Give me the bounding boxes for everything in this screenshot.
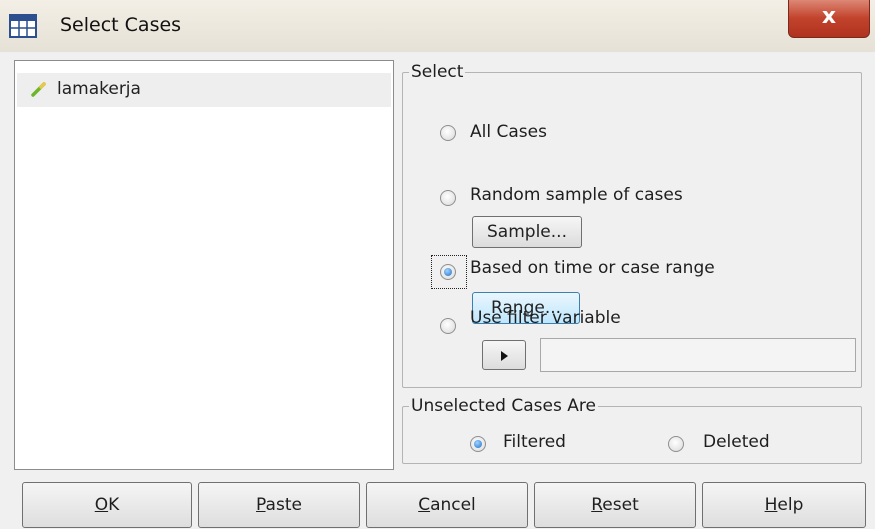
move-right-arrow-icon[interactable] xyxy=(482,340,526,370)
list-item[interactable]: lamakerja xyxy=(17,73,391,107)
filter-variable-field[interactable] xyxy=(540,338,856,372)
reset-button[interactable]: Reset xyxy=(534,482,696,528)
deleted-label[interactable]: Deleted xyxy=(703,432,770,452)
ok-mnemonic: O xyxy=(94,495,109,515)
all-cases-radio[interactable] xyxy=(440,125,456,141)
close-button[interactable]: x xyxy=(788,0,870,38)
filter-variable-radio[interactable] xyxy=(440,318,456,334)
filter-variable-label[interactable]: Use filter variable xyxy=(470,308,621,328)
variable-label: lamakerja xyxy=(57,79,141,99)
cancel-label-rest: ancel xyxy=(430,495,476,515)
unselected-legend: Unselected Cases Are xyxy=(409,395,598,417)
paste-mnemonic: P xyxy=(256,495,266,515)
all-cases-label[interactable]: All Cases xyxy=(470,122,547,142)
help-button[interactable]: Help xyxy=(702,482,866,528)
scale-variable-icon xyxy=(31,82,46,97)
random-sample-label[interactable]: Random sample of cases xyxy=(470,185,683,205)
paste-button[interactable]: Paste xyxy=(198,482,360,528)
ok-label-rest: K xyxy=(108,495,120,515)
help-label-rest: elp xyxy=(777,495,804,515)
cancel-mnemonic: C xyxy=(418,495,431,515)
title-bar: Select Cases x xyxy=(0,0,875,52)
paste-label-rest: aste xyxy=(265,495,302,515)
deleted-radio[interactable] xyxy=(668,436,684,452)
ok-button[interactable]: OK xyxy=(22,482,192,528)
variable-list[interactable]: lamakerja xyxy=(14,60,394,470)
random-sample-radio[interactable] xyxy=(440,190,456,206)
time-range-radio[interactable] xyxy=(440,264,456,280)
sample-button[interactable]: Sample... xyxy=(472,216,582,248)
unselected-groupbox: Unselected Cases Are xyxy=(402,395,862,464)
close-icon: x xyxy=(821,4,837,29)
help-mnemonic: H xyxy=(764,495,778,515)
time-range-label[interactable]: Based on time or case range xyxy=(470,258,715,278)
filtered-label[interactable]: Filtered xyxy=(503,432,566,452)
cancel-button[interactable]: Cancel xyxy=(366,482,528,528)
reset-label-rest: eset xyxy=(602,495,639,515)
filtered-radio[interactable] xyxy=(470,436,486,452)
select-legend: Select xyxy=(409,61,466,83)
reset-mnemonic: R xyxy=(591,495,603,515)
spss-dataset-icon xyxy=(9,14,37,38)
window-title: Select Cases xyxy=(60,14,182,36)
